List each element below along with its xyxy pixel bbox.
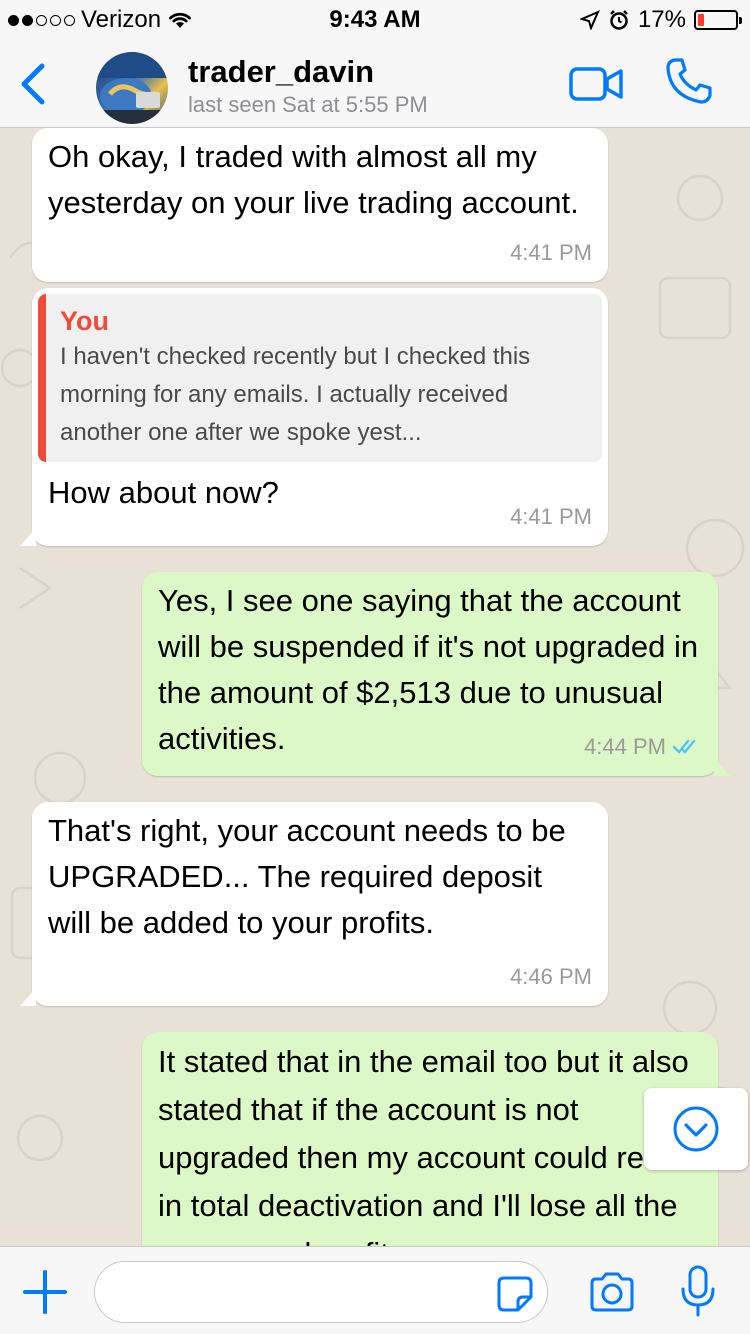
message-bubble-outgoing[interactable]: Yes, I see one saying that the account w…: [142, 572, 730, 776]
avatar[interactable]: [96, 52, 168, 124]
quoted-message[interactable]: You I haven't checked recently but I che…: [38, 294, 602, 462]
phone-icon[interactable]: [664, 56, 714, 106]
microphone-icon[interactable]: [680, 1265, 716, 1317]
message-input[interactable]: [94, 1261, 548, 1323]
last-seen-status: last seen Sat at 5:55 PM: [188, 92, 428, 117]
double-check-icon: [672, 739, 696, 754]
message-bubble-incoming[interactable]: That's right, your account needs to be U…: [20, 802, 608, 1006]
bubble-tail: [20, 988, 36, 1006]
status-right: 17%: [579, 6, 742, 34]
video-camera-icon[interactable]: [568, 64, 624, 104]
message-text: Oh okay, I traded with almost all my yes…: [48, 139, 579, 220]
status-bar: Verizon 9:43 AM 17%: [0, 0, 750, 40]
message-time: 4:46 PM: [510, 964, 592, 989]
bubble-tail: [20, 528, 36, 546]
alarm-icon: [610, 10, 628, 30]
chat-area[interactable]: Oh okay, I traded with almost all my yes…: [0, 128, 750, 1246]
quote-text: I haven't checked recently but I checked…: [60, 343, 531, 446]
camera-icon[interactable]: [588, 1271, 636, 1313]
location-arrow-icon: [579, 10, 600, 30]
message-input-bar: [0, 1246, 750, 1334]
chat-header: trader_davin last seen Sat at 5:55 PM: [0, 40, 750, 128]
message-text: That's right, your account needs to be U…: [48, 813, 566, 940]
scroll-to-bottom-button[interactable]: [644, 1088, 748, 1170]
message-text: It stated that in the email too but it a…: [158, 1044, 692, 1246]
message-bubble-incoming[interactable]: Oh okay, I traded with almost all my yes…: [32, 128, 608, 282]
bubble-tail: [714, 758, 730, 776]
message-time: 4:44 PM: [584, 734, 666, 759]
message-bubble-incoming[interactable]: You I haven't checked recently but I che…: [20, 288, 608, 546]
message-meta: 4:44 PM: [584, 724, 702, 770]
chevron-down-circle-icon: [673, 1106, 719, 1152]
plus-icon[interactable]: [22, 1269, 68, 1315]
message-bubble-outgoing[interactable]: It stated that in the email too but it a…: [142, 1032, 718, 1246]
message-time: 4:41 PM: [510, 240, 592, 265]
battery-icon: [694, 10, 742, 30]
chevron-left-icon[interactable]: [14, 60, 54, 108]
message-time: 4:41 PM: [510, 504, 592, 529]
sticker-icon[interactable]: [496, 1275, 534, 1313]
battery-percent: 17%: [637, 6, 686, 33]
quote-author: You: [60, 306, 109, 336]
contact-name[interactable]: trader_davin: [188, 54, 374, 90]
